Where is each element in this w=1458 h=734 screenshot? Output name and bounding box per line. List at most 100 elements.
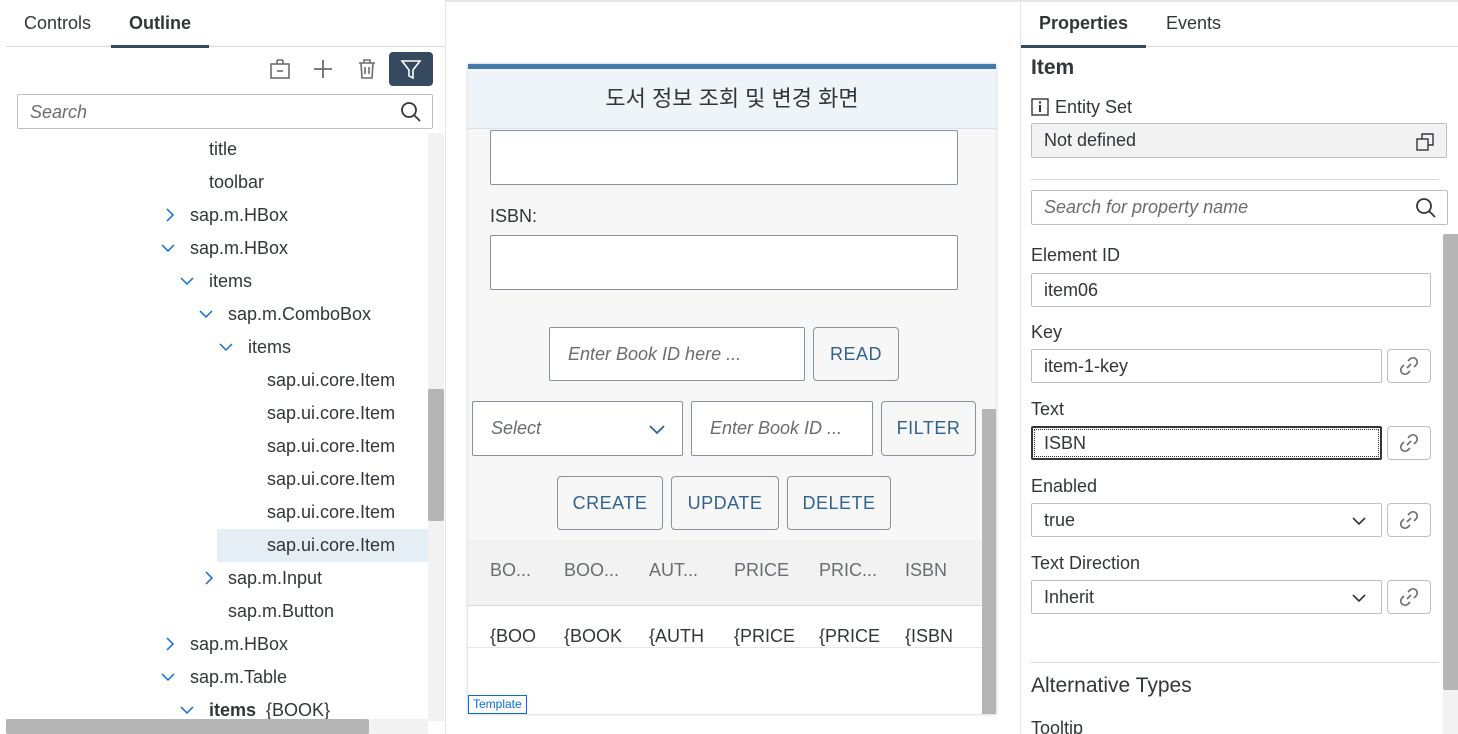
text-direction-binding-button[interactable] [1387, 580, 1431, 614]
control-type-title: Item [1031, 56, 1075, 79]
select-dropdown[interactable]: Select [472, 401, 683, 456]
property-search-input[interactable]: Search for property name [1031, 190, 1448, 225]
tree-item[interactable]: sap.ui.core.Item [6, 496, 428, 529]
key-label: Key [1031, 322, 1063, 342]
tree-item[interactable]: sap.m.HBox [6, 232, 428, 265]
key-binding-button[interactable] [1387, 349, 1431, 383]
tree-item[interactable]: sap.m.HBox [6, 628, 428, 661]
property-search-placeholder: Search for property name [1044, 197, 1249, 217]
wrap-icon[interactable] [262, 52, 298, 86]
tree-item[interactable]: toolbar [6, 166, 428, 199]
column-header[interactable]: BO... [490, 560, 531, 581]
tree-item[interactable]: sap.ui.core.Item [6, 364, 428, 397]
tree-item-label: sap.m.Button [228, 601, 335, 621]
table-cell: {ISBN [905, 626, 954, 646]
enabled-label: Enabled [1031, 476, 1098, 496]
tab-controls[interactable]: Controls [6, 2, 109, 47]
tree-item[interactable]: sap.m.Table [6, 661, 428, 694]
column-header[interactable]: BOO... [564, 560, 619, 581]
tab-properties[interactable]: Properties [1021, 2, 1147, 48]
book-id-placeholder: Enter Book ID here ... [568, 344, 742, 364]
tree-item[interactable]: items {BOOK} [6, 694, 428, 721]
chevron-down-icon[interactable] [180, 274, 194, 288]
search-icon[interactable] [400, 101, 422, 128]
tree-item-label: sap.ui.core.Item [267, 436, 396, 456]
text-binding-button[interactable] [1387, 426, 1431, 460]
text-direction-select[interactable]: Inherit [1031, 580, 1382, 614]
create-button[interactable]: CREATE [557, 476, 663, 530]
column-header[interactable]: AUT... [649, 560, 698, 581]
tree-item[interactable]: sap.m.Input [6, 562, 428, 595]
enabled-binding-button[interactable] [1387, 503, 1431, 537]
divider [1031, 662, 1439, 663]
filter-icon[interactable] [389, 52, 433, 86]
chevron-down-icon[interactable] [161, 241, 175, 255]
enabled-select[interactable]: true [1031, 503, 1382, 537]
read-button[interactable]: READ [813, 327, 899, 381]
table-cell: {PRICE [734, 626, 796, 646]
chevron-right-icon[interactable] [202, 571, 216, 585]
chevron-down-icon[interactable] [1351, 515, 1367, 527]
table-cell: {AUTH [649, 626, 705, 646]
tree-item-binding: {BOOK} [266, 700, 331, 720]
add-icon[interactable] [305, 52, 341, 86]
value-help-icon[interactable] [1416, 133, 1434, 151]
alternative-types-heading: Alternative Types [1031, 674, 1192, 697]
filter-button[interactable]: FILTER [881, 401, 976, 456]
book-id-input[interactable]: Enter Book ID here ... [549, 327, 805, 381]
chevron-down-icon[interactable] [161, 670, 175, 684]
filter-input[interactable]: Enter Book ID ... [691, 401, 873, 456]
tree-item-selected[interactable]: sap.ui.core.Item [217, 529, 428, 562]
text-label: Text [1031, 399, 1065, 419]
isbn-input[interactable] [490, 235, 958, 290]
outline-search-input[interactable]: Search [17, 94, 433, 129]
table-header: BO... BOO... AUT... PRICE PRIC... ISBN [468, 540, 982, 606]
chevron-down-icon[interactable] [180, 703, 194, 717]
tree-item-label: sap.m.Table [190, 667, 288, 687]
delete-icon[interactable] [349, 52, 385, 86]
chevron-right-icon[interactable] [163, 637, 177, 651]
chevron-down-icon[interactable] [199, 307, 213, 321]
tree-item-label: sap.ui.core.Item [267, 469, 396, 489]
tree-item[interactable]: items [6, 265, 428, 298]
table-row[interactable]: {BOO {BOOK {AUTH {PRICE {PRICE {ISBN [468, 606, 982, 648]
tree-item[interactable]: sap.m.HBox [6, 199, 428, 232]
text-direction-value: Inherit [1044, 587, 1095, 607]
tree-item[interactable]: sap.ui.core.Item [6, 430, 428, 463]
tab-events[interactable]: Events [1148, 2, 1239, 47]
column-header[interactable]: PRICE [734, 560, 789, 581]
tree-item[interactable]: sap.m.ComboBox [6, 298, 428, 331]
page-title[interactable]: 도서 정보 조회 및 변경 화면 [468, 69, 996, 129]
key-input[interactable]: item-1-key [1031, 349, 1382, 383]
column-header[interactable]: PRIC... [819, 560, 877, 581]
properties-scrollbar-thumb[interactable] [1443, 234, 1458, 690]
top-input[interactable] [490, 130, 958, 185]
chevron-down-icon[interactable] [648, 422, 666, 436]
chevron-down-icon[interactable] [1351, 592, 1367, 604]
tab-outline[interactable]: Outline [111, 2, 209, 48]
tree-item[interactable]: sap.ui.core.Item [6, 397, 428, 430]
outline-scrollbar-thumb[interactable] [428, 389, 444, 521]
entity-set-value: Not defined [1044, 130, 1137, 150]
tree-item[interactable]: title [6, 133, 428, 166]
info-icon[interactable] [1031, 98, 1049, 116]
tree-item[interactable]: sap.m.Button [6, 595, 428, 628]
isbn-label: ISBN: [490, 206, 538, 226]
element-id-input[interactable]: item06 [1031, 273, 1431, 307]
column-header[interactable]: ISBN [905, 560, 947, 581]
delete-button[interactable]: DELETE [787, 476, 891, 530]
tree-item[interactable]: sap.ui.core.Item [6, 463, 428, 496]
chevron-right-icon[interactable] [163, 208, 177, 222]
text-input[interactable]: ISBN [1031, 426, 1382, 460]
entity-set-field[interactable]: Not defined [1031, 123, 1447, 158]
outline-hscrollbar-thumb[interactable] [6, 719, 369, 734]
table-cell: {BOO [490, 626, 537, 646]
tree-item[interactable]: items [6, 331, 428, 364]
search-icon[interactable] [1415, 197, 1437, 219]
tree-item-bold-label: items [209, 700, 257, 720]
right-tabbar: Properties Events [1021, 2, 1458, 48]
tree-item-label: sap.ui.core.Item [267, 502, 396, 522]
device-scrollbar[interactable] [982, 409, 996, 714]
chevron-down-icon[interactable] [219, 340, 233, 354]
update-button[interactable]: UPDATE [671, 476, 779, 530]
